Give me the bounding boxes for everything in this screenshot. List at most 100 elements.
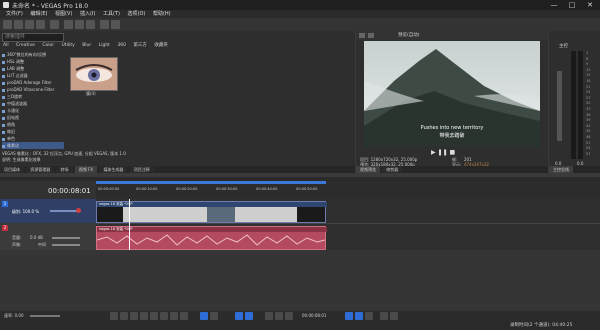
menu-options[interactable]: 选项(O)	[128, 10, 146, 18]
menu-file[interactable]: 文件(F)	[6, 10, 23, 18]
tab-utility[interactable]: Utility	[62, 42, 75, 49]
menu-view[interactable]: 视图(V)	[55, 10, 72, 18]
minimize-button[interactable]: —	[545, 0, 563, 10]
master-bus-panel: 主控 3 6 9 12 15 18 21 24 27 30 33 36 39 42 45 48 51 54 57 0…	[549, 31, 600, 173]
volume-slider[interactable]	[52, 237, 80, 239]
timeline-ruler[interactable]: 00:00:00:00 00:00:10:00 00:00:20:00 00:0…	[96, 181, 600, 199]
list-item[interactable]: 做旧	[2, 128, 64, 135]
auto-ripple-icon[interactable]	[245, 312, 253, 320]
fx-search-input[interactable]: 搜索插件	[5, 34, 25, 41]
play-icon[interactable]: ▶	[431, 149, 436, 156]
tab-color[interactable]: Color	[42, 42, 54, 49]
split-icon[interactable]	[265, 312, 273, 320]
pan-slider[interactable]	[52, 244, 80, 246]
list-item[interactable]: 单色	[2, 135, 64, 142]
master-fader[interactable]	[557, 71, 562, 141]
list-item[interactable]: 中值滤波器	[2, 100, 64, 107]
menu-edit[interactable]: 编辑(E)	[30, 10, 47, 18]
tab-all[interactable]: All	[3, 42, 9, 49]
tab-creative[interactable]: Creative	[16, 42, 35, 49]
video-track-header[interactable]: 1 级别: 100.0 %	[0, 199, 96, 223]
copy-icon[interactable]	[75, 20, 84, 29]
trim-icon[interactable]	[275, 312, 283, 320]
tab-project-notes[interactable]: 项目注释	[129, 166, 154, 173]
tab-media-generators[interactable]: 媒体生成器	[99, 166, 128, 173]
list-item[interactable]: 360°数位的有向/设想	[2, 51, 64, 58]
loop-region-bar[interactable]	[96, 181, 326, 184]
list-item[interactable]: 卡通化	[2, 107, 64, 114]
snap-icon[interactable]	[235, 312, 243, 320]
composite-icon[interactable]	[76, 208, 81, 213]
list-item[interactable]: proDAD Vitascene Filter	[2, 86, 64, 93]
stop-icon[interactable]	[160, 312, 168, 320]
save-icon[interactable]	[25, 20, 34, 29]
render-icon[interactable]	[36, 20, 45, 29]
tab-project-media[interactable]: 项目媒体	[0, 166, 24, 173]
play-icon[interactable]	[140, 312, 148, 320]
new-project-icon[interactable]	[3, 20, 12, 29]
tab-third-party[interactable]: 第三方	[133, 42, 147, 49]
lock-envelopes-icon[interactable]	[380, 312, 388, 320]
preview-canvas[interactable]: Pushes into new territory 带我去踏破	[364, 41, 540, 147]
track-number: 2	[2, 225, 8, 231]
redo-icon[interactable]	[111, 20, 120, 29]
tab-360[interactable]: 360	[117, 42, 126, 49]
normal-edit-icon[interactable]	[345, 312, 353, 320]
record-icon[interactable]	[110, 312, 118, 320]
tab-video-fx[interactable]: 视频 FX	[74, 166, 98, 173]
preview-quality-dropdown[interactable]: 预览(自动)	[398, 32, 420, 38]
loop-icon[interactable]	[120, 312, 128, 320]
ignore-grouping-icon[interactable]	[390, 312, 398, 320]
pause-icon[interactable]	[150, 312, 158, 320]
list-item[interactable]: 像素化	[2, 142, 64, 149]
tab-trimmer[interactable]: 修剪器	[382, 166, 403, 173]
undo-icon[interactable]	[100, 20, 109, 29]
list-item[interactable]: 三D旋转	[2, 93, 64, 100]
preset-thumbnail[interactable]	[70, 57, 118, 91]
go-to-start-icon[interactable]	[170, 312, 178, 320]
tab-explorer[interactable]: 资源管理器	[26, 166, 55, 173]
cut-icon[interactable]	[64, 20, 73, 29]
tab-master-bus[interactable]: 主控总线	[549, 166, 573, 173]
tab-blur[interactable]: Blur	[82, 42, 91, 49]
audio-clip[interactable]: vegas 18 安装 *20P	[96, 226, 327, 250]
list-item[interactable]: 旧电视	[2, 114, 64, 121]
tab-video-preview[interactable]: 视频预览	[356, 166, 380, 173]
close-button[interactable]: ✕	[581, 0, 599, 10]
list-item[interactable]: 倒角	[2, 121, 64, 128]
list-item[interactable]: LUT 过滤器	[2, 72, 64, 79]
go-to-end-icon[interactable]	[180, 312, 188, 320]
maximize-button[interactable]: □	[563, 0, 581, 10]
list-item[interactable]: HSL 调整	[2, 58, 64, 65]
edit-tool-icon[interactable]	[200, 312, 208, 320]
selection-edit-icon[interactable]	[355, 312, 363, 320]
properties-icon[interactable]	[50, 20, 59, 29]
play-from-start-icon[interactable]	[130, 312, 138, 320]
menu-tools[interactable]: 工具(T)	[103, 10, 120, 18]
marker-icon[interactable]	[285, 312, 293, 320]
pause-icon[interactable]: ❚❚	[438, 149, 448, 156]
tab-light[interactable]: Light	[99, 42, 110, 49]
preview-dock-tabs: 视频预览 修剪器	[356, 166, 548, 173]
track-lanes[interactable]: vegas 18 安装 *20P vegas 18 安装 *20P	[96, 199, 600, 250]
menu-help[interactable]: 帮助(H)	[153, 10, 171, 18]
tab-transitions[interactable]: 转场	[56, 166, 73, 173]
menu-insert[interactable]: 插入(I)	[80, 10, 95, 18]
stop-icon[interactable]: ■	[450, 149, 456, 156]
tab-favorites[interactable]: 收藏夹	[154, 42, 168, 49]
video-clip[interactable]: vegas 18 安装 *20P	[96, 201, 327, 223]
rate-slider[interactable]	[30, 315, 60, 317]
list-item[interactable]: proDAD Adorage Filter	[2, 79, 64, 86]
fx-icon[interactable]	[368, 33, 374, 38]
zoom-edit-icon[interactable]	[365, 312, 373, 320]
playhead-cursor[interactable]	[129, 199, 130, 250]
project-properties-icon[interactable]	[359, 33, 365, 38]
preview-transport: ▶ ❚❚ ■	[431, 149, 455, 156]
timeline-empty-area[interactable]	[0, 250, 600, 312]
subtitle-line-1: Pushes into new territory	[420, 125, 484, 131]
audio-track-header[interactable]: 2 音量: 0.0 dB 声像: 中间	[0, 223, 96, 250]
list-item[interactable]: LAB 调整	[2, 65, 64, 72]
envelope-tool-icon[interactable]	[210, 312, 218, 320]
paste-icon[interactable]	[86, 20, 95, 29]
open-project-icon[interactable]	[14, 20, 23, 29]
